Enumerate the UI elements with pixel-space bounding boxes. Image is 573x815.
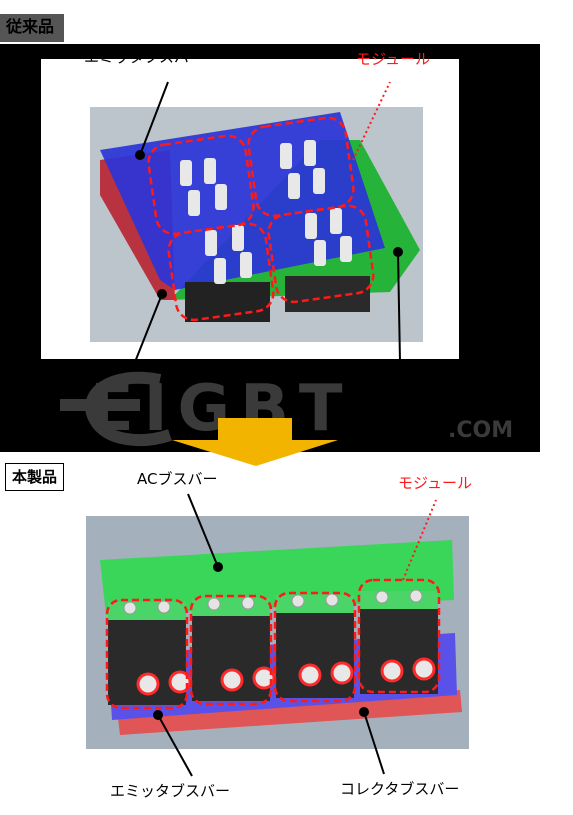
diagram-graphics <box>60 81 469 777</box>
down-arrow <box>172 418 338 466</box>
bottom-render <box>86 493 469 777</box>
watermark-graphic <box>60 371 172 446</box>
top-render <box>90 81 423 363</box>
